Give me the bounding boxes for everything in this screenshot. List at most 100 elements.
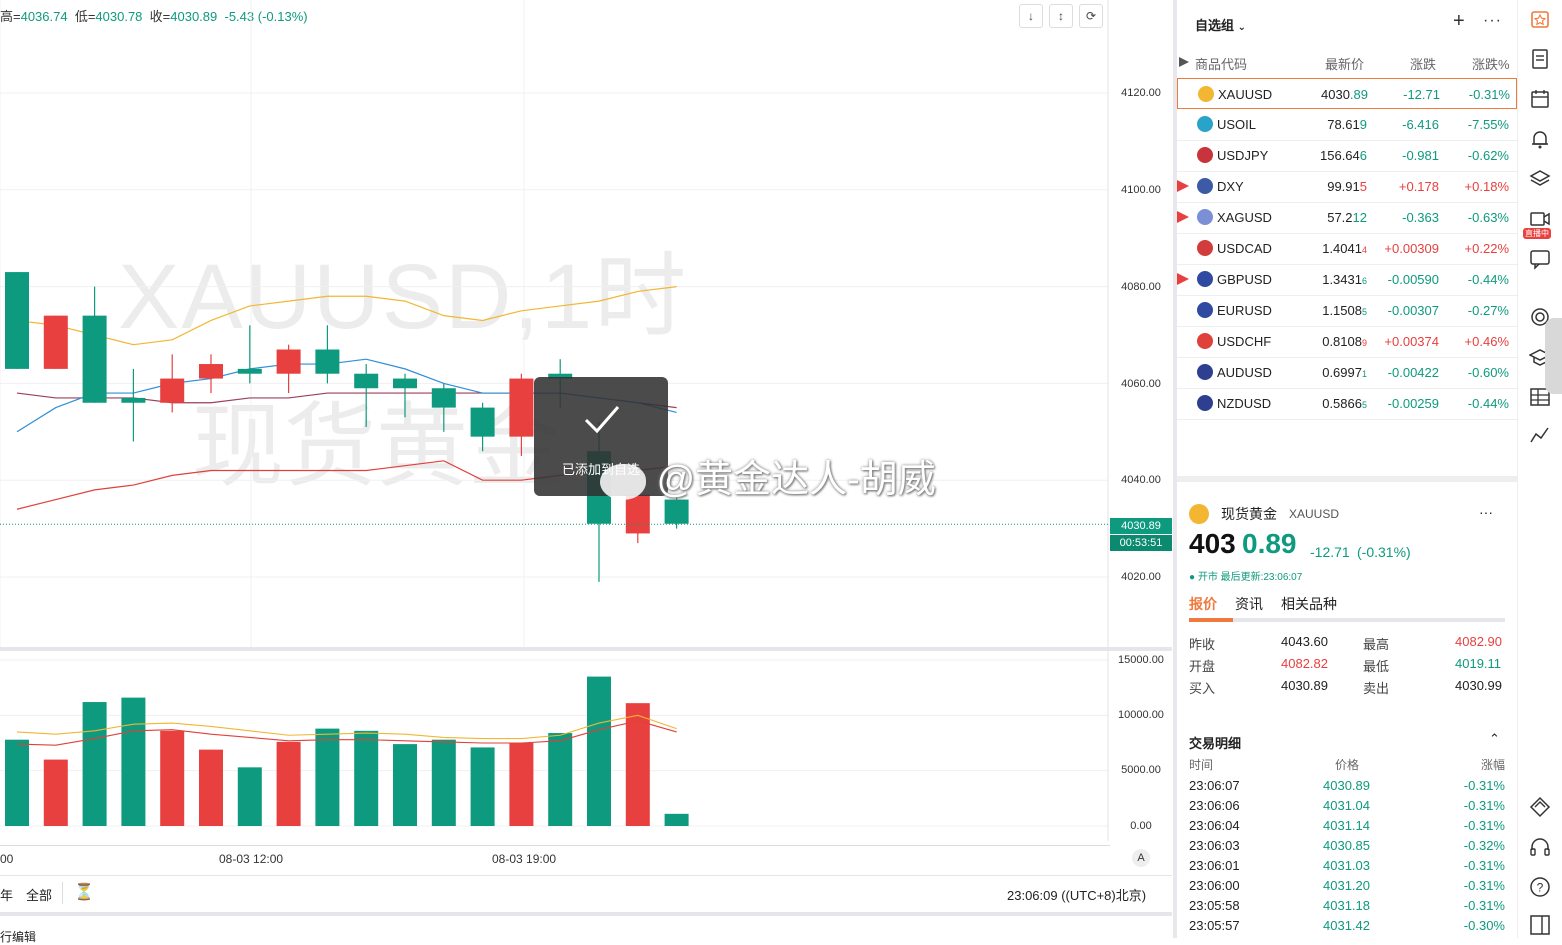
- check-icon: [584, 406, 620, 434]
- volume-bar: [121, 697, 146, 826]
- trade-pct: -0.32%: [1463, 838, 1505, 853]
- weibo-watermark: @黄金达人-胡威: [600, 448, 936, 503]
- trade-row: 23:06:01 4031.03 -0.31%: [1189, 858, 1505, 878]
- trend-icon[interactable]: [1529, 424, 1551, 446]
- notes-icon[interactable]: [1529, 48, 1551, 70]
- trade-price: 4031.42: [1323, 918, 1370, 933]
- symbol-icon: [1197, 271, 1213, 287]
- candle-body: [160, 378, 185, 403]
- trade-price: 4031.14: [1323, 818, 1370, 833]
- symbol-icon: [1197, 240, 1213, 256]
- price-tick: 4040.00: [1121, 474, 1161, 486]
- watchlist-row-dxy[interactable]: DXY 99.915 +0.178 +0.18%: [1177, 171, 1517, 203]
- watchlist-row-usdcad[interactable]: USDCAD 1.40414 +0.00309 +0.22%: [1177, 233, 1517, 265]
- side-panel-handle[interactable]: [1545, 318, 1562, 394]
- symbol-icon: [1197, 178, 1213, 194]
- stat-label: 最低: [1363, 659, 1390, 674]
- more-icon[interactable]: ···: [1479, 504, 1493, 520]
- last-price: 78.619: [1285, 117, 1367, 132]
- trade-price: 4030.89: [1323, 778, 1370, 793]
- auto-scale-button[interactable]: A: [1132, 849, 1150, 867]
- flag-icon[interactable]: [1177, 180, 1189, 192]
- tab-quote[interactable]: 报价: [1189, 594, 1217, 614]
- watchlist-row-gbpusd[interactable]: GBPUSD 1.34316 -0.00590 -0.44%: [1177, 264, 1517, 296]
- col-change-pct[interactable]: 涨跌%: [1472, 54, 1510, 73]
- help-icon[interactable]: ?: [1529, 876, 1551, 898]
- symbol-code: NZDUSD: [1217, 396, 1272, 411]
- col-last[interactable]: 最新价: [1325, 54, 1364, 73]
- boll-upper-line: [16, 286, 677, 346]
- volume-bar: [548, 733, 573, 826]
- trade-list: 23:06:07 4030.89 -0.31% 23:06:06 4031.04 -0.3…: [1177, 778, 1517, 938]
- price-change-pct: +0.18%: [1464, 179, 1509, 194]
- layers-icon[interactable]: [1529, 168, 1551, 190]
- range-year-button[interactable]: 年: [0, 885, 13, 904]
- col-symbol[interactable]: 商品代码: [1195, 54, 1247, 73]
- bottom-panel-divider[interactable]: [0, 912, 1172, 916]
- alert-bell-icon[interactable]: [1529, 128, 1551, 150]
- last-price: 1.40414: [1285, 241, 1367, 256]
- clock-timezone[interactable]: 23:06:09 ((UTC+8)北京): [1007, 885, 1146, 904]
- volume-tick: 10000.00: [1118, 709, 1164, 721]
- price-axis[interactable]: 4120.00 4100.00 4080.00 4060.00 4040.00 …: [1110, 0, 1172, 938]
- volume-bar: [276, 741, 301, 826]
- more-icon[interactable]: ···: [1483, 12, 1502, 30]
- collapse-panel-icon[interactable]: [1529, 914, 1551, 936]
- headset-icon[interactable]: [1529, 836, 1551, 858]
- svg-text:?: ?: [1537, 881, 1544, 895]
- live-video-icon[interactable]: [1529, 208, 1551, 230]
- tab-related[interactable]: 相关品种: [1281, 594, 1337, 614]
- volume-bar: [82, 702, 107, 826]
- watchlist-title-text: 自选组: [1195, 18, 1235, 33]
- calendar-icon[interactable]: [1529, 88, 1551, 110]
- handshake-icon[interactable]: [1529, 796, 1551, 818]
- last-price-main: 0.8108: [1322, 334, 1362, 349]
- tab-news[interactable]: 资讯: [1235, 594, 1263, 614]
- trade-row: 23:06:04 4031.14 -0.31%: [1189, 818, 1505, 838]
- col-change[interactable]: 涨跌: [1410, 54, 1436, 73]
- candle-body: [431, 388, 456, 408]
- flag-icon[interactable]: [1177, 211, 1189, 223]
- stat-label: 卖出: [1363, 681, 1390, 696]
- candle-body: [199, 364, 223, 379]
- editor-tab-partial[interactable]: 行编辑: [0, 928, 36, 945]
- watchlist-row-xagusd[interactable]: XAGUSD 57.212 -0.363 -0.63%: [1177, 202, 1517, 234]
- trade-row: 23:05:58 4031.18 -0.31%: [1189, 898, 1505, 918]
- candlestick-chart[interactable]: [0, 0, 1110, 650]
- price-change: +0.178: [1398, 179, 1439, 194]
- flag-icon[interactable]: [1177, 273, 1189, 285]
- chevron-up-icon[interactable]: ⌃: [1489, 731, 1500, 747]
- watchlist-row-usoil[interactable]: USOIL 78.619 -6.416 -7.55%: [1177, 109, 1517, 141]
- date-range-icon[interactable]: ⏳: [74, 882, 94, 902]
- trade-pct: -0.31%: [1463, 878, 1505, 893]
- symbol-icon: [1197, 364, 1213, 380]
- range-all-button[interactable]: 全部: [26, 885, 52, 904]
- last-price-tail: 12: [1352, 210, 1367, 225]
- chat-icon[interactable]: [1529, 248, 1551, 270]
- volume-chart[interactable]: [0, 651, 1110, 841]
- stat-value: 4030.89: [1281, 678, 1328, 693]
- add-symbol-icon[interactable]: +: [1453, 10, 1465, 33]
- symbol-icon: [1197, 333, 1213, 349]
- last-price-main: 1.1508: [1322, 303, 1362, 318]
- watchlist-icon[interactable]: [1529, 8, 1551, 30]
- watchlist-row-usdchf[interactable]: USDCHF 0.81089 +0.00374 +0.46%: [1177, 326, 1517, 358]
- watchlist-row-audusd[interactable]: AUDUSD 0.69971 -0.00422 -0.60%: [1177, 357, 1517, 389]
- stat-label: 买入: [1189, 681, 1216, 696]
- trade-col-price: 价格: [1335, 758, 1360, 772]
- watchlist-group-title[interactable]: 自选组 ⌄: [1195, 15, 1246, 34]
- price-change: +0.00309: [1384, 241, 1439, 256]
- candle-body: [5, 272, 29, 369]
- watchlist-row-usdjpy[interactable]: USDJPY 156.646 -0.981 -0.62%: [1177, 140, 1517, 172]
- volume-bar: [393, 744, 417, 826]
- watchlist-row-eurusd[interactable]: EURUSD 1.15085 -0.00307 -0.27%: [1177, 295, 1517, 327]
- watchlist-row-xauusd[interactable]: XAUUSD 4030.89 -12.71 -0.31%: [1177, 78, 1517, 109]
- stat-label: 昨收: [1189, 637, 1216, 652]
- trade-price: 4031.20: [1323, 878, 1370, 893]
- flag-column-icon[interactable]: [1179, 57, 1189, 67]
- trade-time: 23:06:07: [1189, 778, 1240, 793]
- watchlist-row-nzdusd[interactable]: NZDUSD 0.58665 -0.00259 -0.44%: [1177, 388, 1517, 420]
- chart-area[interactable]: XAUUSD,1时 现货黄金 高=4036.74 低=4030.78 收=403…: [0, 0, 1172, 938]
- trade-pct: -0.31%: [1463, 858, 1505, 873]
- symbol-code: XAUUSD: [1218, 87, 1273, 102]
